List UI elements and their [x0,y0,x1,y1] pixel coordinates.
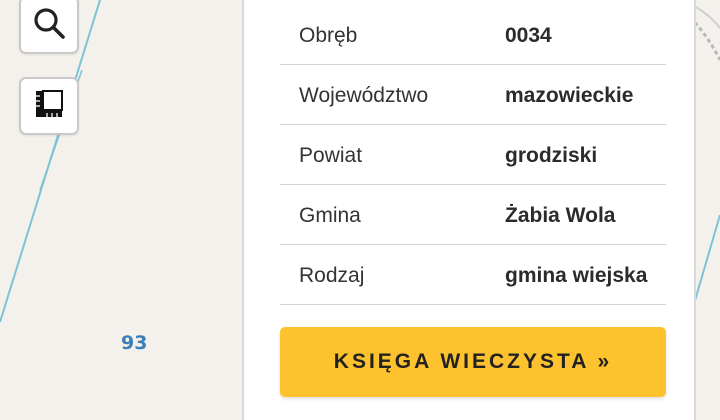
info-row-powiat: Powiat grodziski [280,125,666,185]
info-value: 0034 [505,24,552,47]
ruler-icon [33,88,65,125]
search-button[interactable] [19,0,79,54]
land-registry-button[interactable]: KSIĘGA WIECZYSTA » [280,327,666,397]
info-row-gmina: Gmina Żabia Wola [280,185,666,245]
info-value: Żabia Wola [505,204,616,227]
parcel-info-table: Obręb 0034 Województwo mazowieckie Powia… [280,5,666,305]
info-value: gmina wiejska [505,264,648,287]
info-row-rodzaj: Rodzaj gmina wiejska [280,245,666,305]
info-label: Powiat [299,144,363,167]
info-label: Rodzaj [299,264,365,287]
measure-button[interactable] [19,77,79,135]
info-label: Obręb [299,24,358,47]
info-label: Gmina [299,204,361,227]
info-label: Województwo [299,84,429,107]
info-value: grodziski [505,144,598,167]
info-row-wojewodztwo: Województwo mazowieckie [280,65,666,125]
parcel-info-panel: Obręb 0034 Województwo mazowieckie Powia… [242,0,696,420]
search-icon [32,6,66,45]
parcel-number-label: 93 [121,332,148,354]
info-value: mazowieckie [505,84,634,107]
info-row-obreb: Obręb 0034 [280,5,666,65]
